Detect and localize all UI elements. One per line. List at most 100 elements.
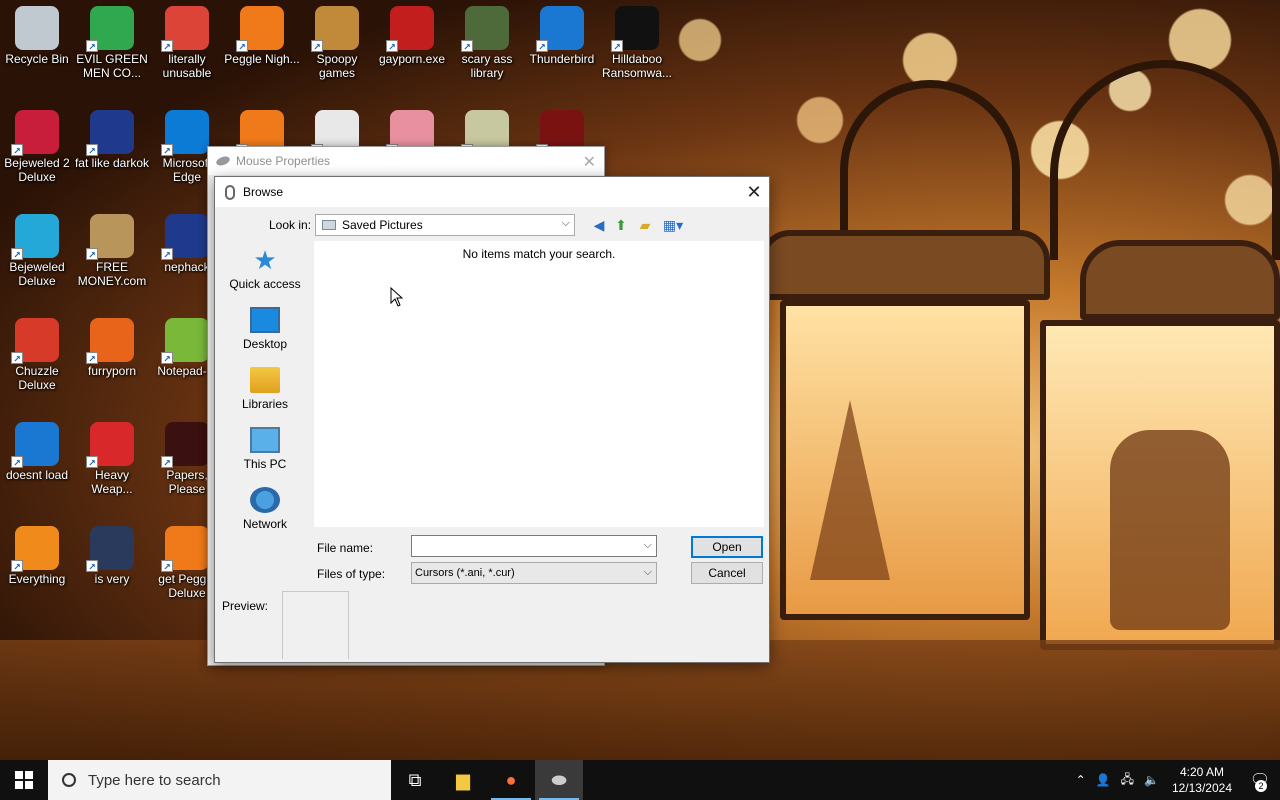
desktop-shortcut[interactable]: ↗ literally unusable (149, 6, 225, 80)
shortcut-arrow-icon: ↗ (11, 456, 23, 468)
desktop-shortcut[interactable]: ↗ Spoopy games (299, 6, 375, 80)
look-in-value: Saved Pictures (342, 218, 423, 232)
desktop-shortcut-label: Peggle Nigh... (224, 52, 300, 66)
start-button[interactable] (0, 760, 48, 800)
desktop-shortcut-label: is very (94, 572, 130, 586)
desktop-shortcut[interactable]: ↗ Everything (0, 526, 75, 586)
place-libraries[interactable]: Libraries (223, 361, 307, 421)
desktop-shortcut[interactable]: ↗ furryporn (74, 318, 150, 378)
desktop-shortcut-label: Bejeweled Deluxe (9, 260, 65, 288)
files-of-type-dropdown[interactable]: Cursors (*.ani, *.cur) ⌵ (411, 562, 657, 584)
browse-titlebar[interactable]: Browse ✕ (215, 177, 769, 207)
desktop-shortcut[interactable]: ↗ FREE MONEY.com (74, 214, 150, 288)
papers-please-icon: ↗ (161, 422, 209, 468)
cancel-button[interactable]: Cancel (691, 562, 763, 584)
place-desktop[interactable]: Desktop (223, 301, 307, 361)
desktop-icon (250, 307, 280, 333)
place-this-pc[interactable]: This PC (223, 421, 307, 481)
desktop-shortcut[interactable]: ↗ Hilldaboo Ransomwa... (599, 6, 675, 80)
chuzzle-icon: ↗ (11, 318, 59, 364)
look-in-dropdown[interactable]: Saved Pictures ⌵ (315, 214, 575, 236)
edge-icon: ↗ (161, 110, 209, 156)
desktop-shortcut[interactable]: Recycle Bin (0, 6, 75, 66)
mpl-shield-icon: ↗ (86, 526, 134, 572)
firefox-icon: ↗ (86, 318, 134, 364)
up-folder-button[interactable]: ⬆ (611, 215, 631, 235)
place-label: Libraries (241, 397, 289, 411)
chevron-down-icon: ⌵ (561, 217, 570, 229)
network-tray-icon[interactable]: 🖧 (1121, 770, 1134, 791)
desktop-shortcut-label: Thunderbird (529, 52, 595, 66)
place-quick-access[interactable]: ★ Quick access (223, 241, 307, 301)
desktop-shortcut-label: furryporn (87, 364, 137, 378)
back-button[interactable]: ◀ (589, 215, 609, 235)
wallpaper-lantern-handle (840, 80, 1020, 250)
desktop-shortcut-label: Recycle Bin (5, 52, 69, 66)
desktop-shortcut[interactable]: ↗ doesnt load (0, 422, 75, 482)
close-button[interactable]: ✕ (739, 177, 769, 207)
desktop-shortcut-label: Hilldaboo Ransomwa... (601, 52, 673, 80)
desktop-shortcut-label: Bejeweled 2 Deluxe (4, 156, 70, 184)
desktop-shortcut-label: Heavy Weap... (91, 468, 133, 496)
desktop-shortcut[interactable]: ↗ Heavy Weap... (74, 422, 150, 496)
desktop-shortcut[interactable]: ↗ EVIL GREEN MEN CO... (74, 6, 150, 80)
desktop-shortcut-label: Spoopy games (316, 52, 358, 80)
thunderbird-icon: ↗ (536, 6, 584, 52)
mouse-properties-taskbar-button[interactable]: ⬬ (535, 760, 583, 800)
desktop-shortcut[interactable]: ↗ Chuzzle Deluxe (0, 318, 75, 392)
action-center-button[interactable]: 🗨 2 (1240, 760, 1280, 800)
desktop-shortcut[interactable]: ↗ is very (74, 526, 150, 586)
desktop-shortcut[interactable]: ↗ scary ass library (449, 6, 525, 80)
file-list[interactable]: No items match your search. (314, 241, 764, 527)
task-view-icon: ⧉ (408, 769, 422, 790)
radiation-icon: ↗ (86, 422, 134, 468)
firefox-button[interactable]: ● (487, 760, 535, 800)
firefox-icon: ● (505, 769, 517, 790)
desktop-shortcut[interactable]: ↗ Thunderbird (524, 6, 600, 66)
browse-title: Browse (243, 185, 284, 199)
desktop-shortcut[interactable]: ↗ gayporn.exe (374, 6, 450, 66)
preview-pane (282, 591, 349, 659)
desktop-shortcut-label: literally unusable (162, 52, 212, 80)
desktop-shortcut-label: Chuzzle Deluxe (15, 364, 59, 392)
browse-dialog: Browse ✕ Look in: Saved Pictures ⌵ ◀ ⬆ ▰… (214, 176, 770, 663)
desktop-shortcut[interactable]: ↗ Bejeweled 2 Deluxe (0, 110, 75, 184)
desktop-shortcut[interactable]: ↗ fat like darkok (74, 110, 150, 170)
yashma-icon: ↗ (611, 6, 659, 52)
close-icon[interactable]: ✕ (583, 152, 596, 172)
flash-icon: ↗ (386, 6, 434, 52)
peggle-icon: ↗ (161, 526, 209, 572)
look-in-label: Look in: (269, 218, 312, 232)
desktop-shortcut-label: gayporn.exe (378, 52, 446, 66)
open-button[interactable]: Open (691, 536, 763, 558)
cursor-file-icon (225, 184, 235, 200)
mouse-properties-titlebar[interactable]: Mouse Properties (208, 147, 604, 175)
taskbar-search-box[interactable]: Type here to search (48, 760, 391, 800)
shortcut-arrow-icon: ↗ (161, 560, 173, 572)
view-menu-button[interactable]: ▦▾ (659, 215, 687, 235)
shortcut-arrow-icon: ↗ (11, 352, 23, 364)
task-view-button[interactable]: ⧉ (391, 760, 439, 800)
shortcut-arrow-icon: ↗ (86, 40, 98, 52)
desktop-shortcut-label: FREE MONEY.com (77, 260, 147, 288)
clock[interactable]: 4:20 AM 12/13/2024 (1172, 764, 1232, 796)
volume-icon[interactable]: 🔈 (1144, 773, 1159, 787)
peggle-icon: ↗ (236, 6, 284, 52)
library-icon: ↗ (461, 6, 509, 52)
place-network[interactable]: Network (223, 481, 307, 541)
new-folder-button[interactable]: ▰ (635, 215, 655, 235)
file-name-input[interactable]: ⌵ (411, 535, 657, 557)
file-explorer-button[interactable]: ▆ (439, 760, 487, 800)
desktop-shortcut[interactable]: ↗ Bejeweled Deluxe (0, 214, 75, 288)
desktop-shortcut-label: fat like darkok (74, 156, 150, 170)
shortcut-arrow-icon: ↗ (161, 248, 173, 260)
shortcut-arrow-icon: ↗ (161, 456, 173, 468)
chevron-up-icon[interactable]: ⌃ (1076, 773, 1086, 787)
shortcut-arrow-icon: ↗ (86, 456, 98, 468)
people-icon[interactable]: 👤 (1096, 773, 1111, 787)
chevron-down-icon[interactable]: ⌵ (644, 539, 652, 552)
place-label: This PC (243, 457, 287, 471)
place-label: Network (242, 517, 287, 531)
files-of-type-value: Cursors (*.ani, *.cur) (415, 567, 515, 579)
desktop-shortcut[interactable]: ↗ Peggle Nigh... (224, 6, 300, 66)
